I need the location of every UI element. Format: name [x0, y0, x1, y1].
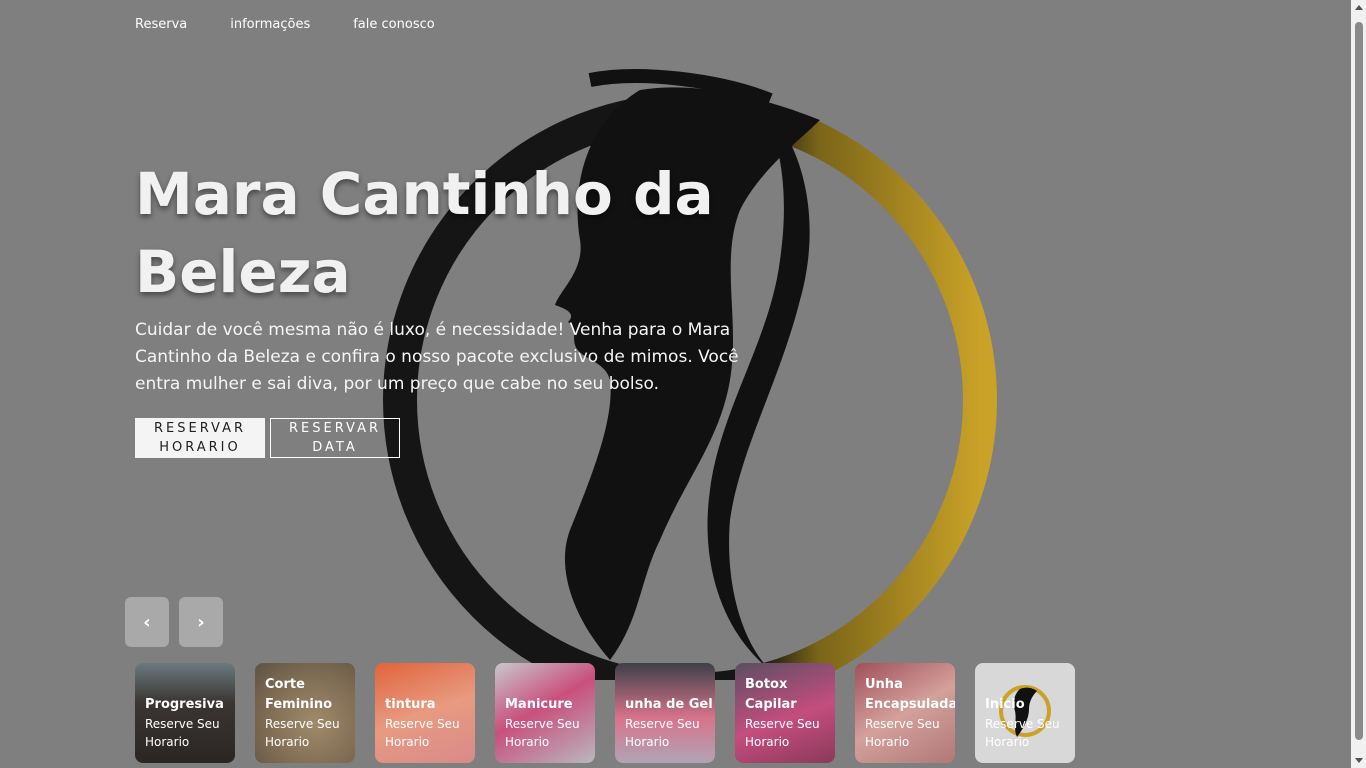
thumbnail-subtitle: Reserve Seu Horario — [865, 717, 940, 749]
thumbnail-title: Progresiva — [145, 697, 224, 712]
thumbnail-title: tintura — [385, 697, 436, 712]
hero-section: Mara Cantinho da Beleza Cuidar de você m… — [135, 155, 795, 458]
reservar-horario-button[interactable]: RESERVAR HORARIO — [135, 418, 265, 458]
thumbnail-subtitle: Reserve Seu Horario — [745, 717, 820, 749]
thumbnail-subtitle: Reserve Seu Horario — [265, 717, 340, 749]
scrollbar-thumb[interactable] — [1355, 22, 1363, 740]
nav-link-fale-conosco[interactable]: fale conosco — [353, 17, 434, 32]
vertical-scrollbar[interactable] — [1351, 0, 1366, 768]
thumbnail-progresiva[interactable]: Progresiva Reserve Seu Horario — [135, 663, 235, 763]
hero-title: Mara Cantinho da Beleza — [135, 160, 714, 306]
hero-buttons: RESERVAR HORARIO RESERVAR DATA — [135, 418, 795, 458]
thumbnail-inicio[interactable]: Inicio Reserve Seu Horario — [975, 663, 1075, 763]
thumbnail-botox-capilar[interactable]: Botox Capilar Reserve Seu Horario — [735, 663, 835, 763]
hero-description: Cuidar de você mesma não é luxo, é neces… — [135, 320, 739, 394]
thumbnail-subtitle: Reserve Seu Horario — [505, 717, 580, 749]
nav-link-reserva[interactable]: Reserva — [135, 17, 187, 32]
service-thumbnails: Progresiva Reserve Seu Horario Corte Fem… — [135, 663, 1075, 763]
thumbnail-subtitle: Reserve Seu Horario — [145, 717, 220, 749]
thumbnail-title: unha de Gel — [625, 697, 713, 712]
chevron-left-icon: ‹ — [143, 611, 151, 633]
reservar-data-button[interactable]: RESERVAR DATA — [270, 418, 400, 458]
thumbnail-corte-feminino[interactable]: Corte Feminino Reserve Seu Horario — [255, 663, 355, 763]
thumbnail-manicure[interactable]: Manicure Reserve Seu Horario — [495, 663, 595, 763]
nav-link-informacoes[interactable]: informações — [230, 17, 310, 32]
thumbnail-subtitle: Reserve Seu Horario — [985, 717, 1060, 749]
thumbnail-title: Corte Feminino — [265, 677, 333, 712]
thumbnail-tintura[interactable]: tintura Reserve Seu Horario — [375, 663, 475, 763]
thumbnail-subtitle: Reserve Seu Horario — [385, 717, 460, 749]
scroll-down-arrow-icon[interactable] — [1355, 758, 1363, 763]
thumbnail-subtitle: Reserve Seu Horario — [625, 717, 700, 749]
carousel-arrows: ‹ › — [125, 597, 223, 647]
thumbnail-title: Inicio — [985, 697, 1025, 712]
chevron-right-icon: › — [197, 611, 205, 633]
thumbnail-title: Manicure — [505, 697, 573, 712]
prev-button[interactable]: ‹ — [125, 597, 169, 647]
thumbnail-title: Botox Capilar — [745, 677, 797, 712]
thumbnail-unha-de-gel[interactable]: unha de Gel Reserve Seu Horario — [615, 663, 715, 763]
next-button[interactable]: › — [179, 597, 223, 647]
scroll-up-arrow-icon[interactable] — [1355, 5, 1363, 10]
thumbnail-title: Unha Encapsulada — [865, 677, 955, 712]
thumbnail-unha-encapsulada[interactable]: Unha Encapsulada Reserve Seu Horario — [855, 663, 955, 763]
top-nav: Reserva informações fale conosco — [135, 17, 435, 32]
